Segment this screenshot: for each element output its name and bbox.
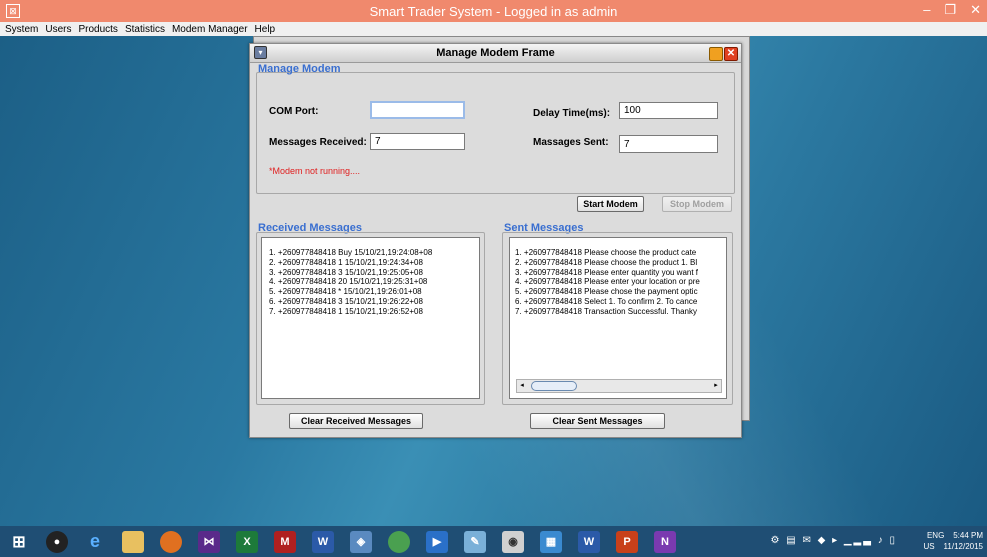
system-clock[interactable]: ENG 5:44 PM US 11/12/2015 xyxy=(924,530,983,552)
system-tray-icons[interactable]: ⚙ ▤ ✉ ◆ ▸ ▁▂▃ ♪ ▯ xyxy=(770,535,897,546)
frame-titlebar[interactable]: ▾ Manage Modem Frame ✕ xyxy=(250,44,741,63)
list-item: 5. +260977848418 Please chose the paymen… xyxy=(515,287,698,297)
frame-title: Manage Modem Frame xyxy=(436,47,555,59)
scroll-thumb[interactable] xyxy=(531,381,577,391)
list-item: 1. +260977848418 Please choose the produ… xyxy=(515,248,697,257)
clock-date: 11/12/2015 xyxy=(943,542,983,551)
list-item: 5. +260977848418 * 15/10/21,19:26:01+08 xyxy=(269,287,422,297)
firefox-icon[interactable] xyxy=(160,530,182,553)
list-item: 3. +260977848418 Please enter quantity y… xyxy=(515,267,699,277)
minimize-icon[interactable]: – xyxy=(923,2,930,18)
app-title: Smart Trader System - Logged in as admin xyxy=(369,3,618,19)
frame-minimize-icon[interactable] xyxy=(709,47,723,61)
menu-statistics[interactable]: Statistics xyxy=(120,24,167,35)
word-icon[interactable]: W xyxy=(312,530,334,553)
menu-system[interactable]: System xyxy=(0,24,40,35)
com-port-input[interactable] xyxy=(370,101,465,119)
powerpoint-icon[interactable]: P xyxy=(616,530,638,553)
menu-bar: System Users Products Statistics Modem M… xyxy=(0,22,987,36)
list-item: 2. +260977848418 1 15/10/21,19:24:34+08 xyxy=(269,257,423,267)
word-doc-icon[interactable]: W xyxy=(578,530,600,553)
app-icon-generic[interactable]: ◉ xyxy=(502,530,524,553)
chrome-icon[interactable] xyxy=(388,530,410,553)
menu-products[interactable]: Products xyxy=(73,24,119,35)
internet-explorer-icon[interactable]: e xyxy=(84,531,106,553)
close-icon[interactable]: ✕ xyxy=(970,2,981,18)
list-item: 6. +260977848418 3 15/10/21,19:26:22+08 xyxy=(269,296,423,306)
clear-received-messages-button[interactable]: Clear Received Messages xyxy=(289,413,423,429)
taskbar: ⊞ ● e ⋈ X M W ◈ ▶ ✎ ◉ ▦ W P N ⚙ ▤ ✉ ◆ ▸ … xyxy=(0,526,987,557)
window-controls: – ❐ ✕ xyxy=(923,2,981,18)
menu-help[interactable]: Help xyxy=(250,24,278,35)
scroll-right-icon[interactable]: ▸ xyxy=(711,380,721,392)
network-app-icon[interactable]: ▦ xyxy=(540,530,562,553)
delay-time-label: Delay Time(ms): xyxy=(533,108,611,119)
start-modem-button[interactable]: Start Modem xyxy=(577,196,644,212)
list-item: 4. +260977848418 20 15/10/21,19:25:31+08 xyxy=(269,277,428,287)
clear-sent-messages-button[interactable]: Clear Sent Messages xyxy=(530,413,665,429)
delay-time-input[interactable] xyxy=(619,102,718,119)
list-item: 1. +260977848418 Buy 15/10/21,19:24:08+0… xyxy=(269,248,433,257)
scroll-left-icon[interactable]: ◂ xyxy=(517,380,527,392)
stop-modem-button[interactable]: Stop Modem xyxy=(662,196,732,212)
horizontal-scrollbar[interactable]: ◂ ▸ xyxy=(516,379,722,393)
menu-modem-manager[interactable]: Modem Manager xyxy=(167,24,250,35)
media-player-icon[interactable]: ▶ xyxy=(426,530,448,553)
matlab-icon[interactable]: M xyxy=(274,530,296,553)
messages-received-label: Messages Received: xyxy=(269,137,367,148)
list-item: 4. +260977848418 Please enter your locat… xyxy=(515,277,700,287)
messages-sent-label: Massages Sent: xyxy=(533,137,609,148)
list-item: 6. +260977848418 Select 1. To confirm 2.… xyxy=(515,296,698,306)
notepad-icon[interactable]: ✎ xyxy=(464,530,486,553)
onenote-icon[interactable]: N xyxy=(654,530,676,553)
clock-time: 5:44 PM xyxy=(953,531,983,540)
sent-messages-list[interactable]: 1. +260977848418 Please choose the produ… xyxy=(509,237,727,399)
camera-app-icon[interactable]: ● xyxy=(46,530,68,553)
manage-modem-title: Manage Modem xyxy=(258,63,341,75)
frame-close-icon[interactable]: ✕ xyxy=(724,47,738,61)
list-item: 7. +260977848418 Transaction Successful.… xyxy=(515,306,697,316)
messages-received-input[interactable] xyxy=(370,133,465,150)
list-item: 7. +260977848418 1 15/10/21,19:26:52+08 xyxy=(269,306,423,316)
excel-icon[interactable]: X xyxy=(236,530,258,553)
menu-users[interactable]: Users xyxy=(40,24,73,35)
com-port-label: COM Port: xyxy=(269,106,319,117)
file-explorer-icon[interactable] xyxy=(122,530,144,553)
maximize-icon[interactable]: ❐ xyxy=(944,2,956,18)
virtualbox-icon[interactable]: ◈ xyxy=(350,530,372,553)
received-messages-list[interactable]: 1. +260977848418 Buy 15/10/21,19:24:08+0… xyxy=(261,237,480,399)
app-titlebar: ⊠ Smart Trader System - Logged in as adm… xyxy=(0,0,987,22)
windows-start-icon[interactable]: ⊞ xyxy=(8,531,30,553)
list-item: 3. +260977848418 3 15/10/21,19:25:05+08 xyxy=(269,267,423,277)
manage-modem-frame: ▾ Manage Modem Frame ✕ Manage Modem COM … xyxy=(249,43,742,438)
messages-sent-input[interactable] xyxy=(619,135,718,153)
visual-studio-icon[interactable]: ⋈ xyxy=(198,530,220,553)
list-item: 2. +260977848418 Please choose the produ… xyxy=(515,257,698,267)
modem-status-text: *Modem not running.... xyxy=(269,166,361,176)
region-indicator: US xyxy=(923,542,935,551)
language-indicator: ENG xyxy=(926,531,945,540)
